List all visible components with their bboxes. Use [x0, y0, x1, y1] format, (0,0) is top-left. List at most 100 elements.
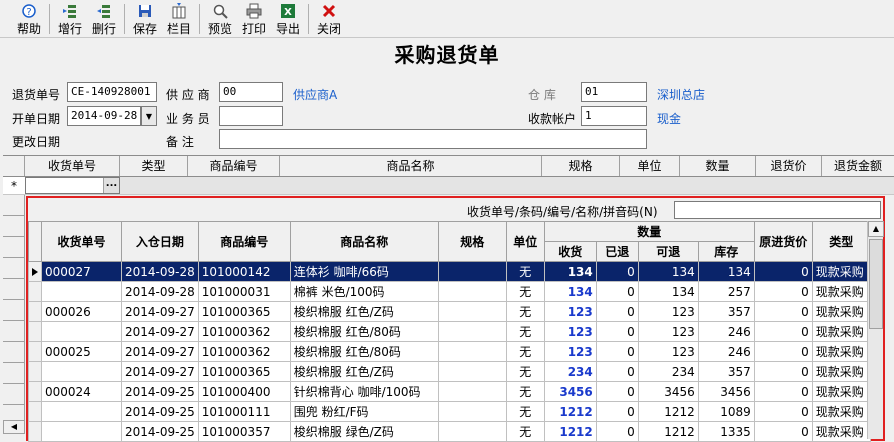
grid-col-return-price[interactable]: 退货价 [756, 156, 822, 176]
scroll-left-arrow[interactable]: ◀ [3, 420, 25, 434]
popup-col-unit[interactable]: 单位 [505, 221, 545, 262]
account-field[interactable]: 1 [581, 106, 647, 126]
item-name-cell: 梭织棉服 红色/Z码 [289, 361, 439, 382]
popup-row[interactable]: 2014-09-27 101000362 梭织棉服 红色/80码无 123 0 123 24… [28, 321, 871, 342]
preview-button[interactable]: 预览 [203, 0, 237, 36]
supplier-name-link[interactable]: 供应商A [293, 86, 337, 103]
popup-col-orig-price[interactable]: 原进货价 [753, 221, 813, 262]
popup-col-type[interactable]: 类型 [811, 221, 871, 262]
returnable-cell: 1212 [637, 421, 699, 442]
receipt-no-cell [41, 361, 122, 382]
print-label: 打印 [241, 22, 266, 36]
grid-col-return-amount[interactable]: 退货金额 [822, 156, 894, 176]
return-no-field[interactable]: CE-140928001 [67, 82, 157, 102]
grid-col-receipt-no[interactable]: 收货单号 [25, 156, 120, 176]
new-row-marker: * [11, 179, 17, 193]
unit-cell: 无 [505, 421, 545, 442]
grid-col-qty[interactable]: 数量 [680, 156, 756, 176]
unit-cell: 无 [505, 341, 545, 362]
type-cell: 现款采购 [811, 401, 871, 422]
popup-row[interactable]: 000026 2014-09-27 101000365 梭织棉服 红色/Z码无 123 0… [28, 301, 871, 322]
delete-row-button[interactable]: 删行 [87, 0, 121, 36]
preview-label: 预览 [207, 22, 232, 36]
in-date-cell: 2014-09-27 [121, 361, 199, 382]
add-row-button[interactable]: 增行 [53, 0, 87, 36]
popup-col-item-name[interactable]: 商品名称 [289, 221, 439, 262]
warehouse-field[interactable]: 01 [581, 82, 647, 102]
returned-cell: 0 [595, 341, 639, 362]
popup-row[interactable]: 2014-09-25 101000111 围兜 粉红/F码无 1212 0 1212 108… [28, 401, 871, 422]
receipt-no-cell [41, 281, 122, 302]
type-cell: 现款采购 [811, 341, 871, 362]
remark-field[interactable] [219, 129, 647, 149]
popup-row[interactable]: 2014-09-27 101000365 梭织棉服 红色/Z码无 234 0 234 357… [28, 361, 871, 382]
print-button[interactable]: 打印 [237, 0, 271, 36]
popup-row[interactable]: 000025 2014-09-27 101000362 梭织棉服 红色/80码无 123… [28, 341, 871, 362]
lookup-button[interactable]: ... [103, 178, 119, 193]
save-button[interactable]: 保存 [128, 0, 162, 36]
delete-row-label: 删行 [91, 22, 116, 36]
grid-corner [3, 156, 25, 176]
popup-col-in-date[interactable]: 入仓日期 [121, 221, 199, 262]
grid-col-item-code[interactable]: 商品编号 [188, 156, 280, 176]
account-name-link[interactable]: 现金 [657, 110, 681, 127]
popup-col-received[interactable]: 收货 [543, 241, 597, 262]
popup-row[interactable]: 000024 2014-09-25 101000400 针织棉背心 咖啡/100码无 3… [28, 381, 871, 402]
received-cell: 134 [543, 281, 597, 302]
received-cell: 123 [543, 341, 597, 362]
row-indicator [28, 301, 42, 322]
receipt-no-cell: 000026 [41, 301, 122, 322]
in-date-cell: 2014-09-27 [121, 301, 199, 322]
grid-col-item-name[interactable]: 商品名称 [280, 156, 542, 176]
page-title: 采购退货单 [394, 43, 500, 67]
grid-col-spec[interactable]: 规格 [542, 156, 620, 176]
popup-vertical-scrollbar[interactable]: ▲ [867, 221, 884, 439]
date-dropdown-button[interactable]: ▼ [141, 106, 157, 126]
scroll-up-arrow[interactable]: ▲ [868, 221, 884, 237]
popup-col-stock[interactable]: 库存 [697, 241, 755, 262]
grid-col-type[interactable]: 类型 [120, 156, 188, 176]
close-button[interactable]: 关闭 [312, 0, 346, 36]
supplier-field[interactable]: 00 [219, 82, 283, 102]
spec-cell [437, 401, 507, 422]
popup-row[interactable]: 2014-09-28 101000031 棉裤 米色/100码无 134 0 134 257… [28, 281, 871, 302]
stock-cell: 357 [697, 301, 755, 322]
popup-search-input[interactable] [674, 201, 881, 219]
spec-cell [437, 381, 507, 402]
popup-col-returned[interactable]: 已退 [595, 241, 639, 262]
open-date-label: 开单日期 [12, 112, 61, 126]
item-code-cell: 101000142 [197, 261, 291, 282]
row-indicator [28, 421, 42, 442]
close-label: 关闭 [316, 22, 341, 36]
popup-row[interactable]: 000027 2014-09-28 101000142 连体衫 咖啡/66码无 134 0… [28, 261, 871, 282]
popup-col-receipt-no[interactable]: 收货单号 [41, 221, 122, 262]
type-cell: 现款采购 [811, 281, 871, 302]
returnable-cell: 234 [637, 361, 699, 382]
stock-cell: 134 [697, 261, 755, 282]
orig-price-cell: 0 [753, 301, 813, 322]
unit-cell: 无 [505, 401, 545, 422]
grid-col-unit[interactable]: 单位 [620, 156, 680, 176]
unit-cell: 无 [505, 261, 545, 282]
item-name-cell: 围兜 粉红/F码 [289, 401, 439, 422]
popup-col-spec[interactable]: 规格 [437, 221, 507, 262]
open-date-field[interactable]: 2014-09-28 [67, 106, 141, 126]
popup-col-item-code[interactable]: 商品编号 [197, 221, 291, 262]
popup-row[interactable]: 2014-09-25 101000357 梭织棉服 绿色/Z码无 1212 0 1212 1… [28, 421, 871, 442]
warehouse-name-link[interactable]: 深圳总店 [657, 86, 705, 103]
scroll-thumb[interactable] [869, 239, 883, 329]
receipt-no-cell [41, 321, 122, 342]
popup-col-returnable[interactable]: 可退 [637, 241, 699, 262]
orig-price-cell: 0 [753, 381, 813, 402]
salesman-field[interactable] [219, 106, 283, 126]
export-button[interactable]: X 导出 [271, 0, 305, 36]
returned-cell: 0 [595, 421, 639, 442]
grid-new-row[interactable]: * ... [3, 177, 894, 195]
help-label: 帮助 [16, 22, 41, 36]
item-name-cell: 针织棉背心 咖啡/100码 [289, 381, 439, 402]
salesman-label: 业 务 员 [166, 112, 210, 126]
in-date-cell: 2014-09-25 [121, 421, 199, 442]
help-button[interactable]: ? 帮助 [12, 0, 46, 36]
columns-button[interactable]: 栏目 [162, 0, 196, 36]
receipt-no-cell-input[interactable]: ... [25, 177, 120, 194]
